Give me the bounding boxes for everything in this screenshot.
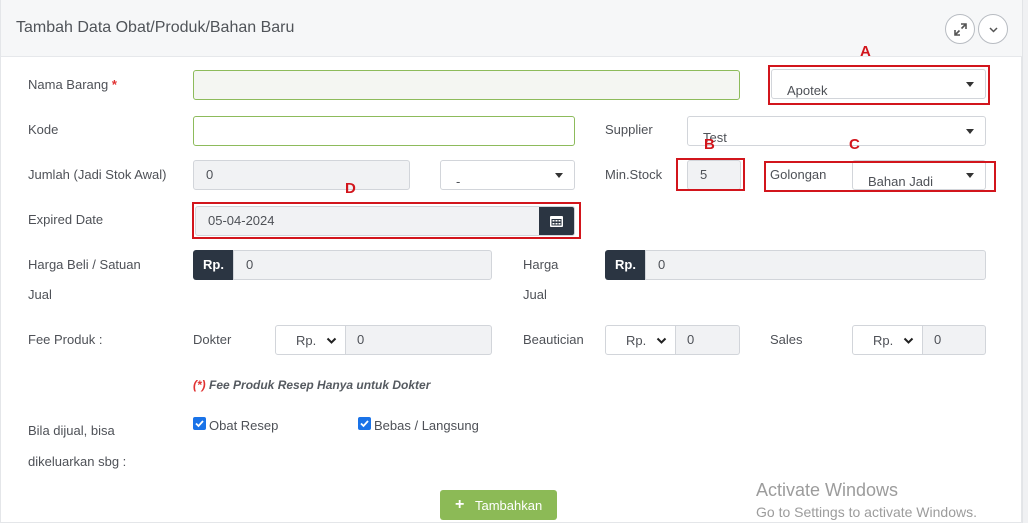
- harga-beli-label-line2: Jual: [28, 287, 52, 302]
- fee-beautician-input[interactable]: 0: [676, 325, 740, 355]
- annotation-box-c: [764, 161, 996, 192]
- chevron-down-icon: [903, 337, 914, 344]
- harga-beli-label: Harga Beli / Satuan: [28, 257, 141, 272]
- tambahkan-button[interactable]: + Tambahkan: [440, 490, 557, 520]
- kode-input[interactable]: [193, 116, 575, 146]
- jumlah-input[interactable]: 0: [193, 160, 410, 190]
- dijual-label: Bila dijual, bisa: [28, 423, 115, 438]
- annotation-label-a: A: [860, 43, 871, 60]
- jumlah-label: Jumlah (Jadi Stok Awal): [28, 167, 167, 182]
- activate-windows-subtitle: Go to Settings to activate Windows.: [756, 504, 977, 520]
- bebas-langsung-label: Bebas / Langsung: [374, 418, 479, 433]
- harga-jual-currency-addon: Rp.: [605, 250, 646, 280]
- supplier-label: Supplier: [605, 122, 653, 137]
- nama-barang-input[interactable]: [193, 70, 740, 100]
- obat-resep-label: Obat Resep: [209, 418, 279, 433]
- fee-dokter-currency-select[interactable]: Rp.: [275, 325, 346, 355]
- harga-jual-label: Harga: [523, 257, 559, 272]
- obat-resep-checkbox[interactable]: [193, 417, 206, 430]
- fee-beautician-label: Beautician: [523, 332, 584, 347]
- kode-label: Kode: [28, 122, 59, 137]
- annotation-box-b: [676, 158, 745, 191]
- supplier-select[interactable]: Test: [687, 116, 986, 146]
- harga-jual-label-line2: Jual: [523, 287, 547, 302]
- fee-sales-label: Sales: [770, 332, 803, 347]
- nama-barang-label: Nama Barang *: [28, 77, 117, 92]
- fee-dokter-input[interactable]: 0: [346, 325, 492, 355]
- bebas-langsung-checkbox[interactable]: [358, 417, 371, 430]
- expand-button[interactable]: [945, 14, 975, 44]
- chevron-down-icon: [326, 337, 337, 344]
- activate-windows-title: Activate Windows: [756, 480, 899, 500]
- plus-icon: +: [455, 496, 465, 513]
- harga-beli-input[interactable]: 0: [233, 250, 492, 280]
- chevron-down-icon: [656, 337, 667, 344]
- expired-date-label: Expired Date: [28, 212, 104, 227]
- expand-icon: [954, 23, 967, 36]
- check-icon: [195, 420, 204, 428]
- fee-dokter-label: Dokter: [193, 332, 232, 347]
- annotation-box-a: [768, 65, 990, 105]
- annotation-box-d: [192, 202, 581, 239]
- harga-beli-currency-addon: Rp.: [193, 250, 234, 280]
- scrollbar-edge: [1022, 0, 1028, 523]
- unit-select[interactable]: -: [440, 160, 575, 190]
- annotation-label-b: B: [704, 136, 715, 153]
- page-title: Tambah Data Obat/Produk/Bahan Baru: [16, 19, 295, 36]
- fee-note: (*) Fee Produk Resep Hanya untuk Dokter: [193, 378, 431, 392]
- caret-down-icon: [966, 129, 974, 134]
- fee-beautician-currency-select[interactable]: Rp.: [605, 325, 676, 355]
- caret-down-icon: [555, 173, 563, 178]
- chevron-down-icon: [989, 27, 998, 33]
- check-icon: [360, 420, 369, 428]
- fee-sales-input[interactable]: 0: [923, 325, 986, 355]
- annotation-label-d: D: [345, 180, 356, 197]
- min-stock-label: Min.Stock: [605, 167, 663, 182]
- annotation-label-c: C: [849, 136, 860, 153]
- unit-select-value: -: [456, 174, 461, 189]
- dijual-label-line2: dikeluarkan sbg :: [28, 454, 127, 469]
- fee-produk-label: Fee Produk :: [28, 332, 103, 347]
- collapse-button[interactable]: [978, 14, 1008, 44]
- fee-sales-currency-select[interactable]: Rp.: [852, 325, 923, 355]
- harga-jual-input[interactable]: 0: [645, 250, 986, 280]
